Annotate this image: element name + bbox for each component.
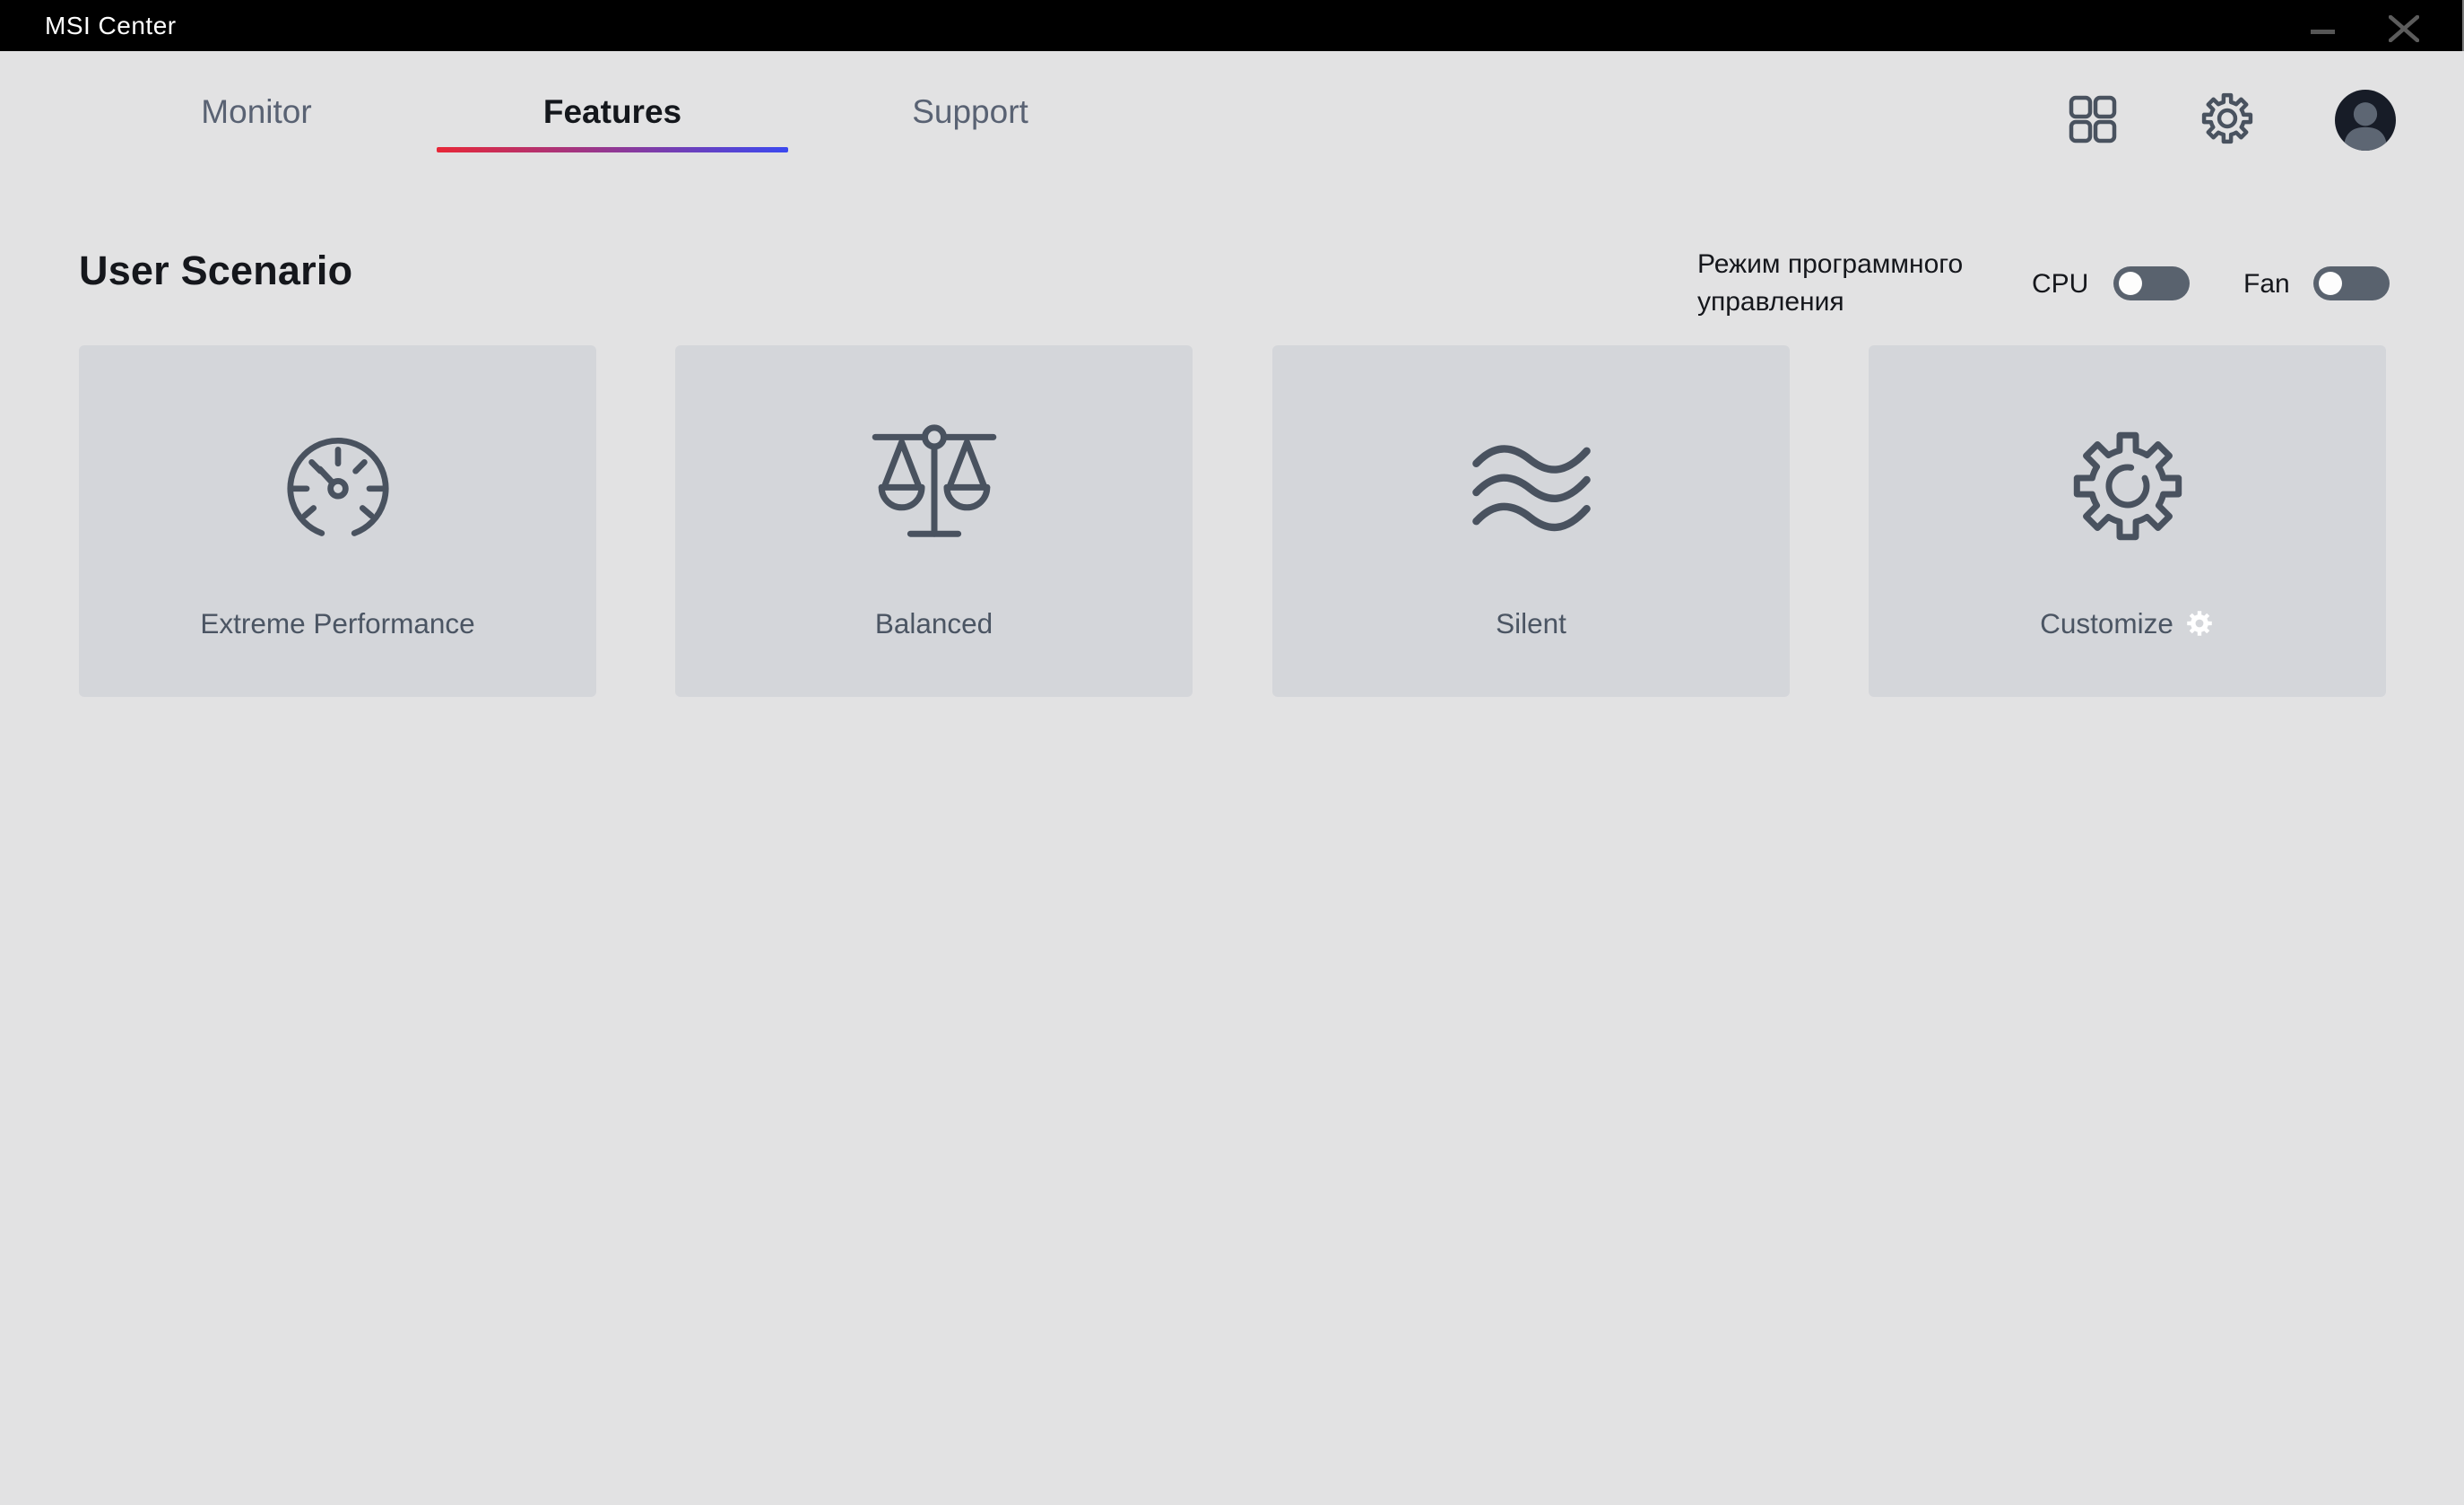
software-control-mode-label: Режим программного управления xyxy=(1697,246,1998,321)
settings-gear-icon xyxy=(2199,90,2256,147)
scenario-card-extreme-performance[interactable]: Extreme Performance xyxy=(79,345,596,697)
msi-center-window: MSI Center Monitor Features Support xyxy=(0,0,2464,1505)
apps-grid-button[interactable] xyxy=(2069,95,2117,144)
balance-scale-icon xyxy=(872,423,997,549)
scenario-label: Balanced xyxy=(675,604,1193,643)
gauge-icon xyxy=(275,423,401,549)
settings-button[interactable] xyxy=(2199,90,2256,147)
fan-toggle[interactable] xyxy=(2313,266,2390,300)
apps-grid-icon xyxy=(2069,95,2117,144)
settings-gear-badge-icon[interactable] xyxy=(2184,608,2215,639)
waves-icon xyxy=(1469,423,1594,549)
tab-support[interactable]: Support xyxy=(903,90,1037,135)
scenario-label: Extreme Performance xyxy=(79,604,596,643)
titlebar: MSI Center xyxy=(0,0,2464,51)
minimize-button[interactable] xyxy=(2283,0,2364,51)
scenario-label: Customize xyxy=(2040,607,2173,640)
minimize-icon xyxy=(2311,30,2335,34)
scenario-card-balanced[interactable]: Balanced xyxy=(675,345,1193,697)
user-avatar-icon xyxy=(2335,90,2396,151)
fan-toggle-knob xyxy=(2319,272,2342,295)
user-avatar[interactable] xyxy=(2335,90,2396,151)
tab-monitor[interactable]: Monitor xyxy=(192,90,320,135)
fan-toggle-label: Fan xyxy=(2243,269,2290,300)
cpu-toggle[interactable] xyxy=(2113,266,2190,300)
scenario-label: Silent xyxy=(1272,604,1790,643)
gear-outline-icon xyxy=(2065,423,2191,549)
scenario-card-silent[interactable]: Silent xyxy=(1272,345,1790,697)
close-button[interactable] xyxy=(2364,0,2444,51)
cpu-toggle-knob xyxy=(2119,272,2142,295)
scenario-label-row: Customize xyxy=(1869,604,2386,643)
page-title: User Scenario xyxy=(79,248,352,294)
cpu-toggle-label: CPU xyxy=(2032,269,2088,300)
tab-features[interactable]: Features xyxy=(534,90,690,135)
active-tab-underline xyxy=(437,147,788,152)
scenario-card-customize[interactable]: Customize xyxy=(1869,345,2386,697)
window-title: MSI Center xyxy=(45,12,177,40)
close-icon xyxy=(2389,15,2419,42)
